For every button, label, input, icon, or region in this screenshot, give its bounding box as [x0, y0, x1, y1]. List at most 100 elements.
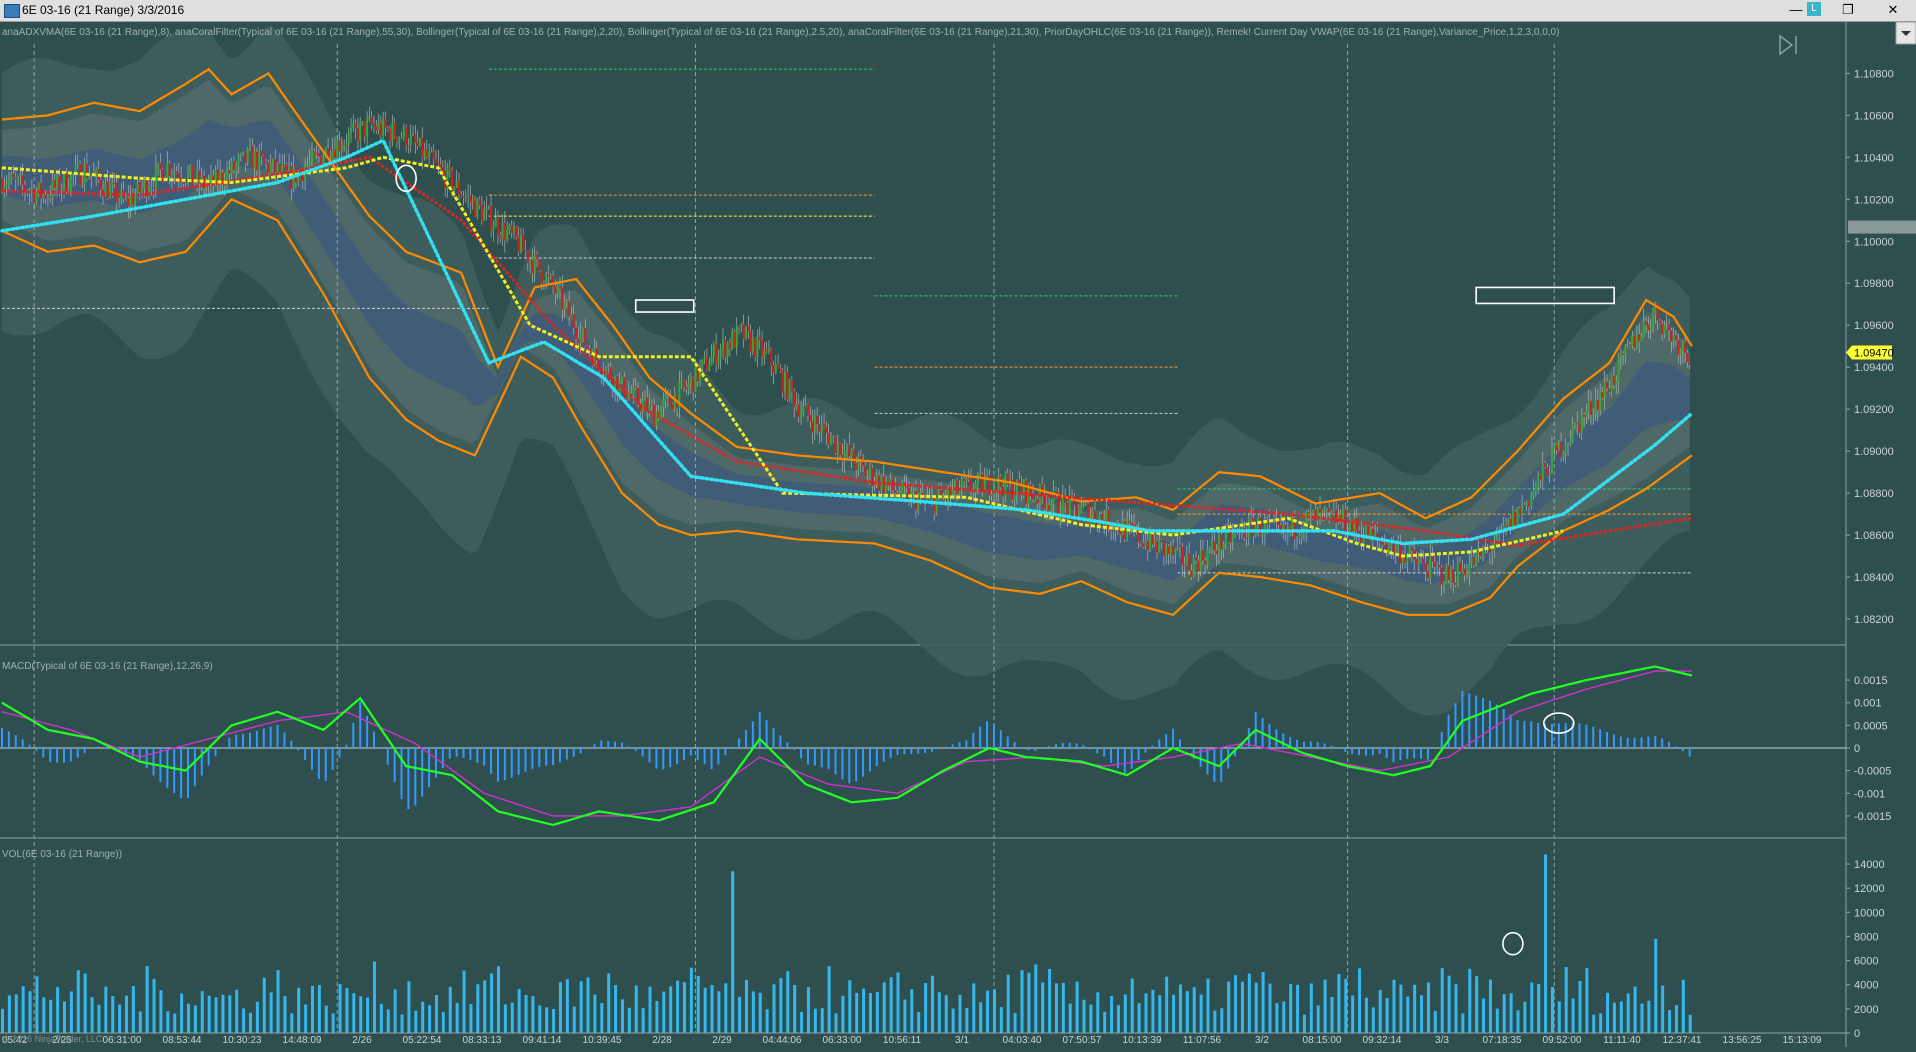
volume-bar: [1213, 1010, 1217, 1033]
macd-histogram-bar: [235, 734, 238, 748]
candle-body: [1215, 550, 1218, 555]
candle-body: [1348, 522, 1351, 534]
candle-body: [157, 162, 160, 166]
macd-histogram-bar: [1061, 743, 1064, 748]
candle-body: [1629, 344, 1632, 347]
macd-histogram-bar: [1530, 721, 1533, 748]
candle-body: [262, 156, 265, 162]
macd-histogram-bar: [1337, 748, 1340, 749]
candle-body: [1523, 504, 1526, 506]
price-indicator-caption: anaADXVMA(6E 03-16 (21 Range),8), anaCor…: [2, 27, 1559, 38]
candle-body: [832, 436, 835, 438]
candle-body: [703, 356, 706, 360]
macd-histogram-bar: [965, 740, 968, 748]
macd-histogram-bar: [703, 748, 706, 765]
close-button[interactable]: ✕: [1870, 0, 1916, 20]
candle-body: [76, 163, 79, 166]
price-tick-label: 1.10400: [1854, 152, 1894, 164]
candle-body: [166, 163, 169, 178]
candle-body: [809, 415, 812, 422]
candle-body: [1438, 565, 1441, 568]
volume-bar: [1020, 970, 1024, 1033]
candle-body: [1075, 505, 1078, 517]
candle-body: [170, 174, 173, 177]
candle-body: [1426, 571, 1429, 579]
macd-histogram-bar: [1316, 742, 1319, 748]
volume-bar: [379, 1003, 383, 1033]
volume-bar: [793, 984, 797, 1033]
candle-body: [1300, 533, 1303, 538]
candle-body: [607, 366, 610, 368]
candle-body: [1424, 562, 1427, 572]
x-tick-label: 04:44:06: [763, 1035, 802, 1046]
candle-body: [189, 164, 192, 173]
volume-bar: [1116, 1005, 1120, 1033]
candle-body: [526, 251, 529, 263]
candle-body: [1174, 548, 1177, 555]
candle-body: [246, 148, 249, 164]
volume-bar: [1488, 979, 1492, 1033]
candle-body: [522, 234, 525, 251]
macd-histogram-bar: [1110, 748, 1113, 763]
volume-bar: [1626, 993, 1630, 1033]
candle-body: [800, 412, 803, 418]
chart-svg[interactable]: 1.10800 1.10600 1.10400 1.10200 1.10000 1.098…: [0, 21, 1916, 1047]
candle-body: [701, 359, 704, 368]
candle-body: [501, 222, 504, 238]
macd-histogram-bar: [138, 748, 141, 760]
restore-button[interactable]: ❐: [1829, 0, 1867, 20]
candle-body: [1589, 401, 1592, 415]
macd-histogram-bar: [1151, 745, 1154, 748]
dropdown-arrow-icon[interactable]: [1895, 21, 1916, 45]
macd-histogram-bar: [345, 744, 348, 748]
macd-histogram-bar: [1633, 737, 1636, 748]
candle-body: [1472, 557, 1475, 566]
candle-body: [1548, 473, 1551, 477]
candle-body: [248, 146, 251, 149]
volume-bar: [1158, 995, 1162, 1033]
candle-body: [315, 153, 318, 155]
macd-tick-label: 0.0005: [1854, 720, 1888, 732]
macd-histogram-bar: [1606, 732, 1609, 748]
candle-body: [255, 151, 258, 171]
volume-bar: [889, 977, 893, 1033]
candle-body: [106, 181, 109, 199]
volume-bar: [1048, 968, 1052, 1033]
candle-body: [811, 421, 814, 433]
macd-histogram-bar: [627, 746, 630, 748]
candle-body: [967, 478, 970, 480]
candle-body: [579, 333, 582, 344]
price-tick-label: 1.10800: [1854, 68, 1894, 80]
candle-body: [1261, 534, 1264, 536]
candle-body: [1475, 553, 1478, 566]
link-badge-button[interactable]: L: [1807, 2, 1821, 16]
candle-body: [1681, 341, 1684, 351]
volume-bar: [689, 967, 693, 1033]
candle-body: [1054, 490, 1057, 494]
candle-body: [710, 355, 713, 366]
macd-histogram-bar: [1509, 714, 1512, 748]
macd-histogram-bar: [689, 748, 692, 756]
macd-histogram-bar: [593, 744, 596, 748]
volume-bar: [1282, 1001, 1286, 1033]
candle-body: [1358, 531, 1361, 534]
candle-body: [1449, 569, 1452, 581]
candle-body: [345, 144, 348, 146]
candle-body: [260, 150, 263, 157]
macd-histogram-bar: [1323, 743, 1326, 748]
candle-body: [1, 178, 3, 191]
candle-body: [138, 181, 141, 193]
candle-body: [23, 184, 26, 191]
chart-area[interactable]: 1.10800 1.10600 1.10400 1.10200 1.10000 1.098…: [0, 21, 1916, 1047]
candle-body: [271, 158, 274, 165]
macd-histogram-bar: [1392, 748, 1395, 763]
macd-histogram-bar: [738, 738, 741, 748]
volume-bar: [1337, 973, 1341, 1033]
candle-body: [111, 182, 114, 186]
candle-body: [1190, 570, 1193, 578]
candle-body: [418, 138, 421, 147]
candle-body: [749, 330, 752, 352]
volume-bar: [669, 986, 673, 1033]
candle-body: [767, 349, 770, 352]
candle-body: [680, 380, 683, 382]
